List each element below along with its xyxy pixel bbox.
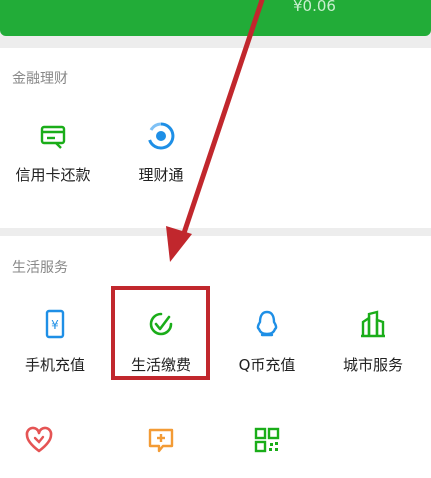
wealth-icon [148,122,175,150]
qq-coin-icon [256,310,278,337]
phone-recharge-icon: ¥ [45,309,65,339]
svg-text:¥: ¥ [51,318,59,332]
qq-coin-label: Q币充值 [238,356,296,374]
finance-section-title: 金融理财 [12,71,68,87]
balance-amount: ¥0.06 [293,0,336,15]
medical-button[interactable] [106,424,216,478]
finance-section: 金融理财 信用卡还款 理财通 [0,48,431,228]
life-service-section: 生活服务 ¥ 手机充值 生活缴费 Q币充值 城市服务 [0,236,431,478]
credit-card-icon [40,125,66,149]
phone-recharge-button[interactable]: ¥ 手机充值 [0,308,110,378]
phone-recharge-label: 手机充值 [24,356,85,374]
annotation-highlight-box [111,286,210,380]
credit-card-repay-label: 信用卡还款 [15,166,91,184]
qq-coin-button[interactable]: Q币充值 [212,308,322,378]
city-service-icon [361,310,385,338]
qr-code-icon [254,427,280,453]
health-code-button[interactable] [212,424,322,478]
city-service-label: 城市服务 [342,356,403,374]
top-banner: ¥0.06 [0,0,431,36]
charity-button[interactable] [0,424,94,478]
wealth-label: 理财通 [138,166,184,184]
city-service-button[interactable]: 城市服务 [318,308,428,378]
medical-icon [148,428,174,453]
heart-icon [25,426,53,453]
life-section-title: 生活服务 [12,260,68,276]
credit-card-repay-button[interactable]: 信用卡还款 [0,120,108,190]
wealth-button[interactable]: 理财通 [106,120,216,190]
